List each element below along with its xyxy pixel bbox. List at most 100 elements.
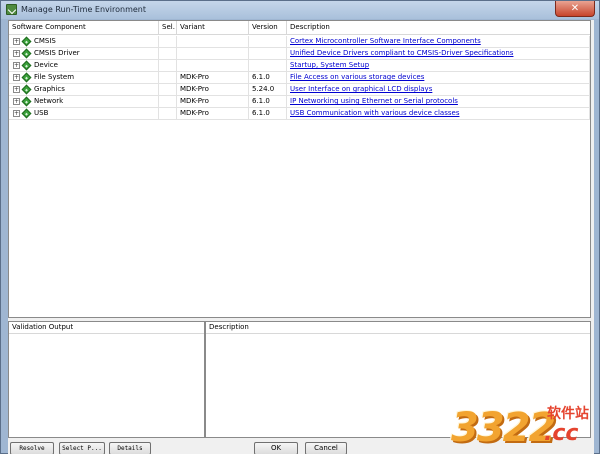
component-diamond-icon [21,72,32,83]
plus-box-icon[interactable]: + [13,74,20,81]
description-link[interactable]: User Interface on graphical LCD displays [290,85,432,93]
cell-version-text: 5.24.0 [252,85,275,93]
cell-variant: MDK-Pro [177,96,249,108]
component-grid: Software Component Sel. Variant Version … [8,20,591,318]
select-packs-button[interactable]: Select P... [59,442,105,454]
watermark-logo: 3322 软件站 .cc [451,399,591,454]
cell-description: Unified Device Drivers compliant to CMSI… [287,48,590,60]
component-name: CMSIS [34,37,56,45]
component-name: USB [34,109,49,117]
app-icon [6,4,17,15]
plus-box-icon[interactable]: + [13,38,20,45]
col-header-description[interactable]: Description [287,21,590,35]
rte-window: Manage Run-Time Environment ✕ Software C… [0,0,600,454]
component-diamond-icon [21,84,32,95]
cell-version: 6.1.0 [249,72,287,84]
plus-box-icon[interactable]: + [13,86,20,93]
cell-variant [177,60,249,72]
validation-output-pane: Validation Output [8,321,205,438]
cell-version [249,36,287,48]
component-diamond-icon [21,108,32,119]
table-row[interactable]: + CMSIS Cortex Microcontroller Software In… [9,36,590,48]
component-name: Network [34,97,64,105]
cell-component: + Graphics [9,84,159,96]
cell-component: + USB [9,108,159,120]
cell-description: Cortex Microcontroller Software Interfac… [287,36,590,48]
table-row[interactable]: + Device Startup, System Setup [9,60,590,72]
cell-variant-text: MDK-Pro [180,73,209,81]
description-link[interactable]: Cortex Microcontroller Software Interfac… [290,37,481,45]
cell-sel[interactable] [159,36,177,48]
table-row[interactable]: + Network MDK-Pro 6.1.0 IP Networking using … [9,96,590,108]
plus-box-icon[interactable]: + [13,110,20,117]
component-name: CMSIS Driver [34,49,80,57]
cell-version: 5.24.0 [249,84,287,96]
cell-version-text: 6.1.0 [252,97,270,105]
details-button[interactable]: Details [109,442,151,454]
cell-variant [177,48,249,60]
cell-sel[interactable] [159,84,177,96]
watermark-domain: .cc [544,421,579,446]
cell-variant [177,36,249,48]
table-row[interactable]: + File System MDK-Pro 6.1.0 File Access on v… [9,72,590,84]
validation-description-header: Description [206,322,590,334]
component-diamond-icon [21,60,32,71]
cell-component: + CMSIS [9,36,159,48]
grid-header: Software Component Sel. Variant Version … [9,21,590,35]
col-header-variant[interactable]: Variant [177,21,249,35]
component-name: Graphics [34,85,65,93]
table-row[interactable]: + USB MDK-Pro 6.1.0 USB Communication with v… [9,108,590,120]
resolve-button[interactable]: Resolve [10,442,54,454]
description-link[interactable]: Startup, System Setup [290,61,369,69]
cell-component: + Network [9,96,159,108]
close-button[interactable]: ✕ [555,1,595,17]
cell-variant: MDK-Pro [177,84,249,96]
component-name: Device [34,61,58,69]
component-diamond-icon [21,36,32,47]
ok-button[interactable]: OK [254,442,298,454]
cell-variant-text: MDK-Pro [180,97,209,105]
description-link[interactable]: File Access on various storage devices [290,73,424,81]
cell-version: 6.1.0 [249,108,287,120]
cell-variant: MDK-Pro [177,108,249,120]
cancel-button[interactable]: Cancel [305,442,347,454]
cell-version-text: 6.1.0 [252,109,270,117]
table-row[interactable]: + Graphics MDK-Pro 5.24.0 User Interface on … [9,84,590,96]
cell-description: USB Communication with various device cl… [287,108,590,120]
dialog-body: Software Component Sel. Variant Version … [8,20,594,454]
watermark-number: 3322 [451,405,556,451]
table-row[interactable]: + CMSIS Driver Unified Device Drivers comp… [9,48,590,60]
cell-sel[interactable] [159,48,177,60]
cell-sel[interactable] [159,108,177,120]
window-title: Manage Run-Time Environment [21,5,147,14]
cell-description: IP Networking using Ethernet or Serial p… [287,96,590,108]
component-diamond-icon [21,48,32,59]
cell-sel[interactable] [159,60,177,72]
cell-sel[interactable] [159,72,177,84]
watermark-site: 软件站 [547,406,589,422]
cell-description: User Interface on graphical LCD displays [287,84,590,96]
cell-description: File Access on various storage devices [287,72,590,84]
cell-component: + File System [9,72,159,84]
description-link[interactable]: IP Networking using Ethernet or Serial p… [290,97,458,105]
plus-box-icon[interactable]: + [13,98,20,105]
cell-version [249,60,287,72]
cell-version-text: 6.1.0 [252,73,270,81]
col-header-component[interactable]: Software Component [9,21,159,35]
description-link[interactable]: Unified Device Drivers compliant to CMSI… [290,49,513,57]
cell-variant: MDK-Pro [177,72,249,84]
component-name: File System [34,73,75,81]
cell-version: 6.1.0 [249,96,287,108]
cell-description: Startup, System Setup [287,60,590,72]
description-link[interactable]: USB Communication with various device cl… [290,109,459,117]
cell-sel[interactable] [159,96,177,108]
plus-box-icon[interactable]: + [13,50,20,57]
col-header-sel[interactable]: Sel. [159,21,177,35]
title-bar[interactable]: Manage Run-Time Environment ✕ [1,1,599,19]
cell-component: + Device [9,60,159,72]
plus-box-icon[interactable]: + [13,62,20,69]
cell-version [249,48,287,60]
col-header-version[interactable]: Version [249,21,287,35]
component-diamond-icon [21,96,32,107]
cell-variant-text: MDK-Pro [180,109,209,117]
